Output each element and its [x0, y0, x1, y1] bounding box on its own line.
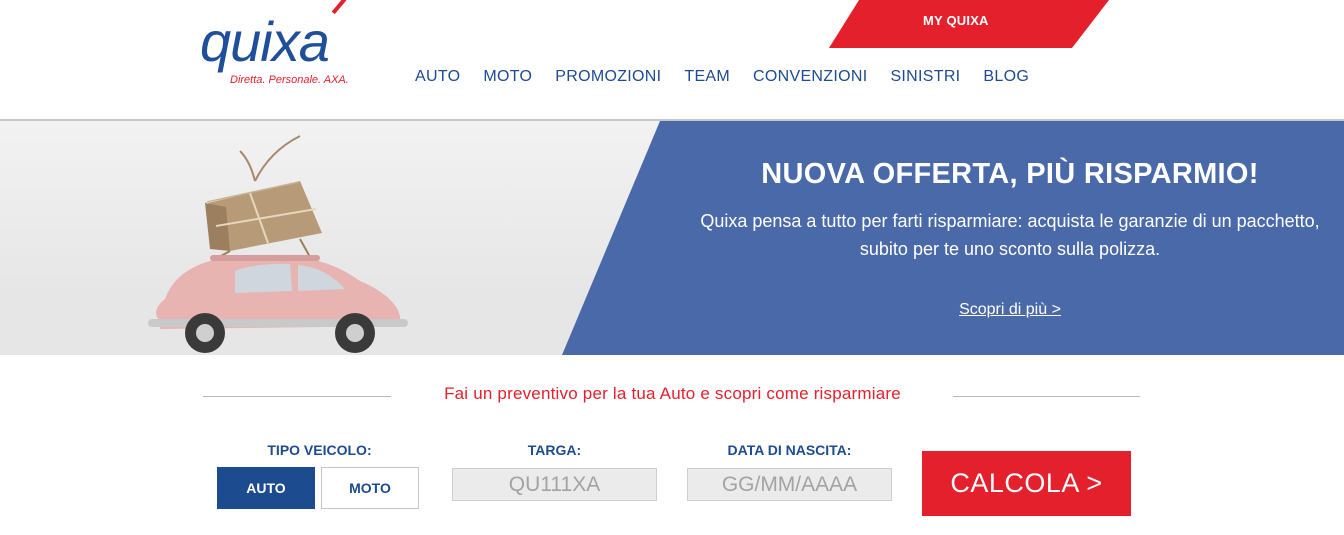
logo-wordmark: quixa	[200, 10, 330, 73]
birth-date-input[interactable]	[687, 468, 892, 501]
birth-date-label: DATA DI NASCITA:	[727, 442, 852, 458]
calculate-button[interactable]: CALCOLA >	[922, 451, 1131, 516]
quixa-logo[interactable]: quixa Diretta. Personale. AXA.	[200, 0, 370, 94]
hero-banner: NUOVA OFFERTA, PIÙ RISPARMIO! Quixa pens…	[0, 121, 1344, 355]
nav-item-sinistri[interactable]: SINISTRI	[890, 68, 960, 86]
my-quixa-button[interactable]: MY QUIXA	[829, 0, 1109, 48]
quote-divider-left	[203, 396, 391, 397]
vehicle-moto-button[interactable]: MOTO	[321, 467, 419, 509]
site-header: quixa Diretta. Personale. AXA. MY QUIXA …	[0, 0, 1344, 121]
nav-item-team[interactable]: TEAM	[684, 68, 730, 86]
plate-input[interactable]	[452, 468, 657, 501]
nav-item-promozioni[interactable]: PROMOZIONI	[555, 68, 661, 86]
main-nav: AUTO MOTO PROMOZIONI TEAM CONVENZIONI SI…	[415, 68, 1052, 86]
vehicle-auto-button[interactable]: AUTO	[217, 467, 315, 509]
quote-divider-right	[953, 396, 1140, 397]
vehicle-type-label: TIPO VEICOLO:	[267, 442, 372, 458]
nav-item-convenzioni[interactable]: CONVENZIONI	[753, 68, 867, 86]
hero-title: NUOVA OFFERTA, PIÙ RISPARMIO!	[761, 158, 1259, 190]
quote-title: Fai un preventivo per la tua Auto e scop…	[444, 384, 901, 403]
discover-more-link[interactable]: Scopri di più >	[959, 301, 1061, 318]
lock-icon	[829, 0, 843, 18]
nav-item-blog[interactable]: BLOG	[983, 68, 1029, 86]
my-quixa-label: MY QUIXA	[923, 13, 989, 28]
plate-label: TARGA:	[527, 442, 582, 458]
logo-accent-mark	[331, 0, 347, 15]
nav-item-moto[interactable]: MOTO	[483, 68, 532, 86]
hero-link-container: Scopri di più >	[700, 301, 1320, 319]
hero-description: Quixa pensa a tutto per farti risparmiar…	[700, 211, 1320, 259]
logo-tagline: Diretta. Personale. AXA.	[230, 74, 349, 86]
nav-item-auto[interactable]: AUTO	[415, 68, 460, 86]
